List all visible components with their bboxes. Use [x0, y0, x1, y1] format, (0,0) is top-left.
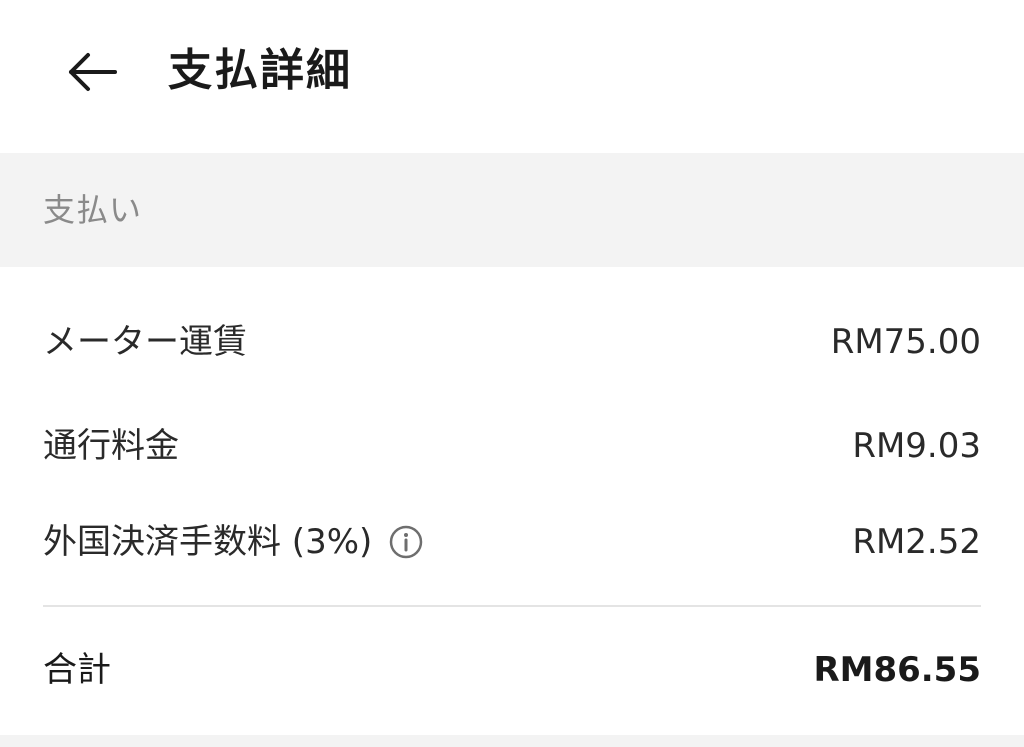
row-label: 外国決済手数料 (3%) [43, 522, 373, 562]
row-label-container: 外国決済手数料 (3%) [43, 512, 424, 572]
divider [43, 605, 981, 607]
total-row: 合計 RM86.55 [43, 640, 981, 700]
back-button[interactable] [58, 44, 128, 100]
info-icon[interactable] [388, 524, 424, 560]
row-value: RM75.00 [830, 322, 981, 362]
bottom-band [0, 735, 1024, 747]
row-value: RM2.52 [852, 522, 981, 562]
total-label: 合計 [43, 650, 111, 690]
fare-row-meter: メーター運賃 RM75.00 [43, 312, 981, 372]
arrow-left-icon [58, 44, 128, 100]
row-value: RM9.03 [852, 426, 981, 466]
row-label: 通行料金 [43, 426, 179, 466]
section-label: 支払い [43, 191, 143, 229]
section-header: 支払い [0, 153, 1024, 267]
app-header: 支払詳細 [0, 0, 1024, 153]
page-title: 支払詳細 [168, 45, 352, 96]
row-label: メーター運賃 [43, 322, 247, 362]
fare-row-foreign-fee: 外国決済手数料 (3%) RM2.52 [43, 512, 981, 572]
total-value: RM86.55 [813, 650, 981, 690]
fare-row-toll: 通行料金 RM9.03 [43, 416, 981, 476]
